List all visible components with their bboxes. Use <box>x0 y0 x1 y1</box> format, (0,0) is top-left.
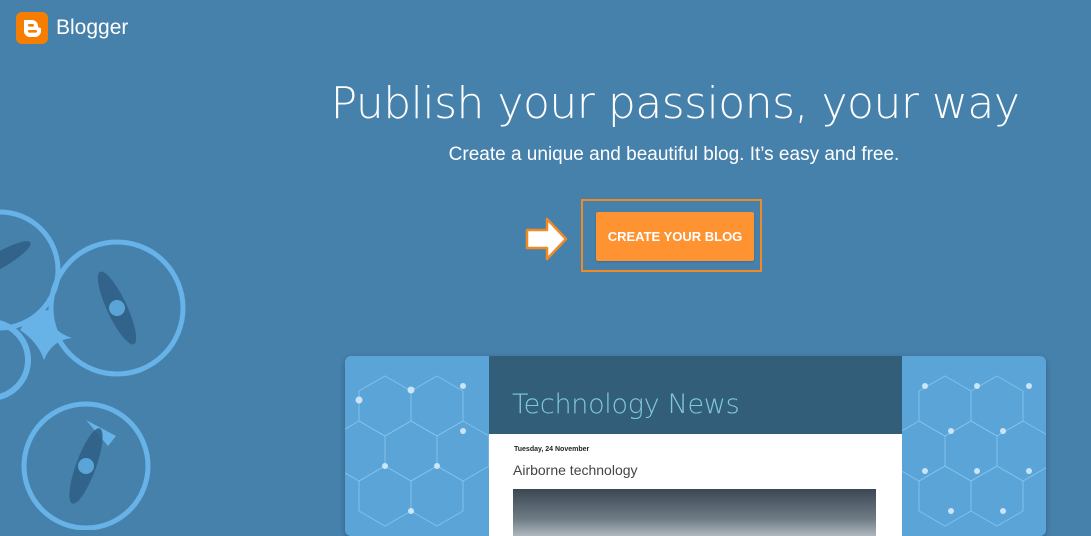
create-blog-button[interactable]: CREATE YOUR BLOG <box>596 212 754 261</box>
preview-blog-page: Technology News Tuesday, 24 November Air… <box>489 356 902 536</box>
hero-headline: Publish your passions, your way <box>330 78 1020 129</box>
preview-blog-header: Technology News <box>489 356 902 434</box>
arrow-right-icon <box>525 217 568 261</box>
preview-blog-title: Technology News <box>512 389 740 420</box>
hero-subheadline: Create a unique and beautiful blog. It’s… <box>448 144 900 165</box>
brand[interactable]: Blogger <box>16 12 128 44</box>
drone-illustration-icon <box>0 209 186 530</box>
brand-name[interactable]: Blogger <box>56 16 128 40</box>
post-title: Airborne technology <box>513 462 638 478</box>
post-image <box>513 489 876 536</box>
blogger-logo-icon[interactable] <box>16 12 48 44</box>
post-date: Tuesday, 24 November <box>514 446 590 453</box>
blog-preview: Technology News Tuesday, 24 November Air… <box>345 356 1046 536</box>
